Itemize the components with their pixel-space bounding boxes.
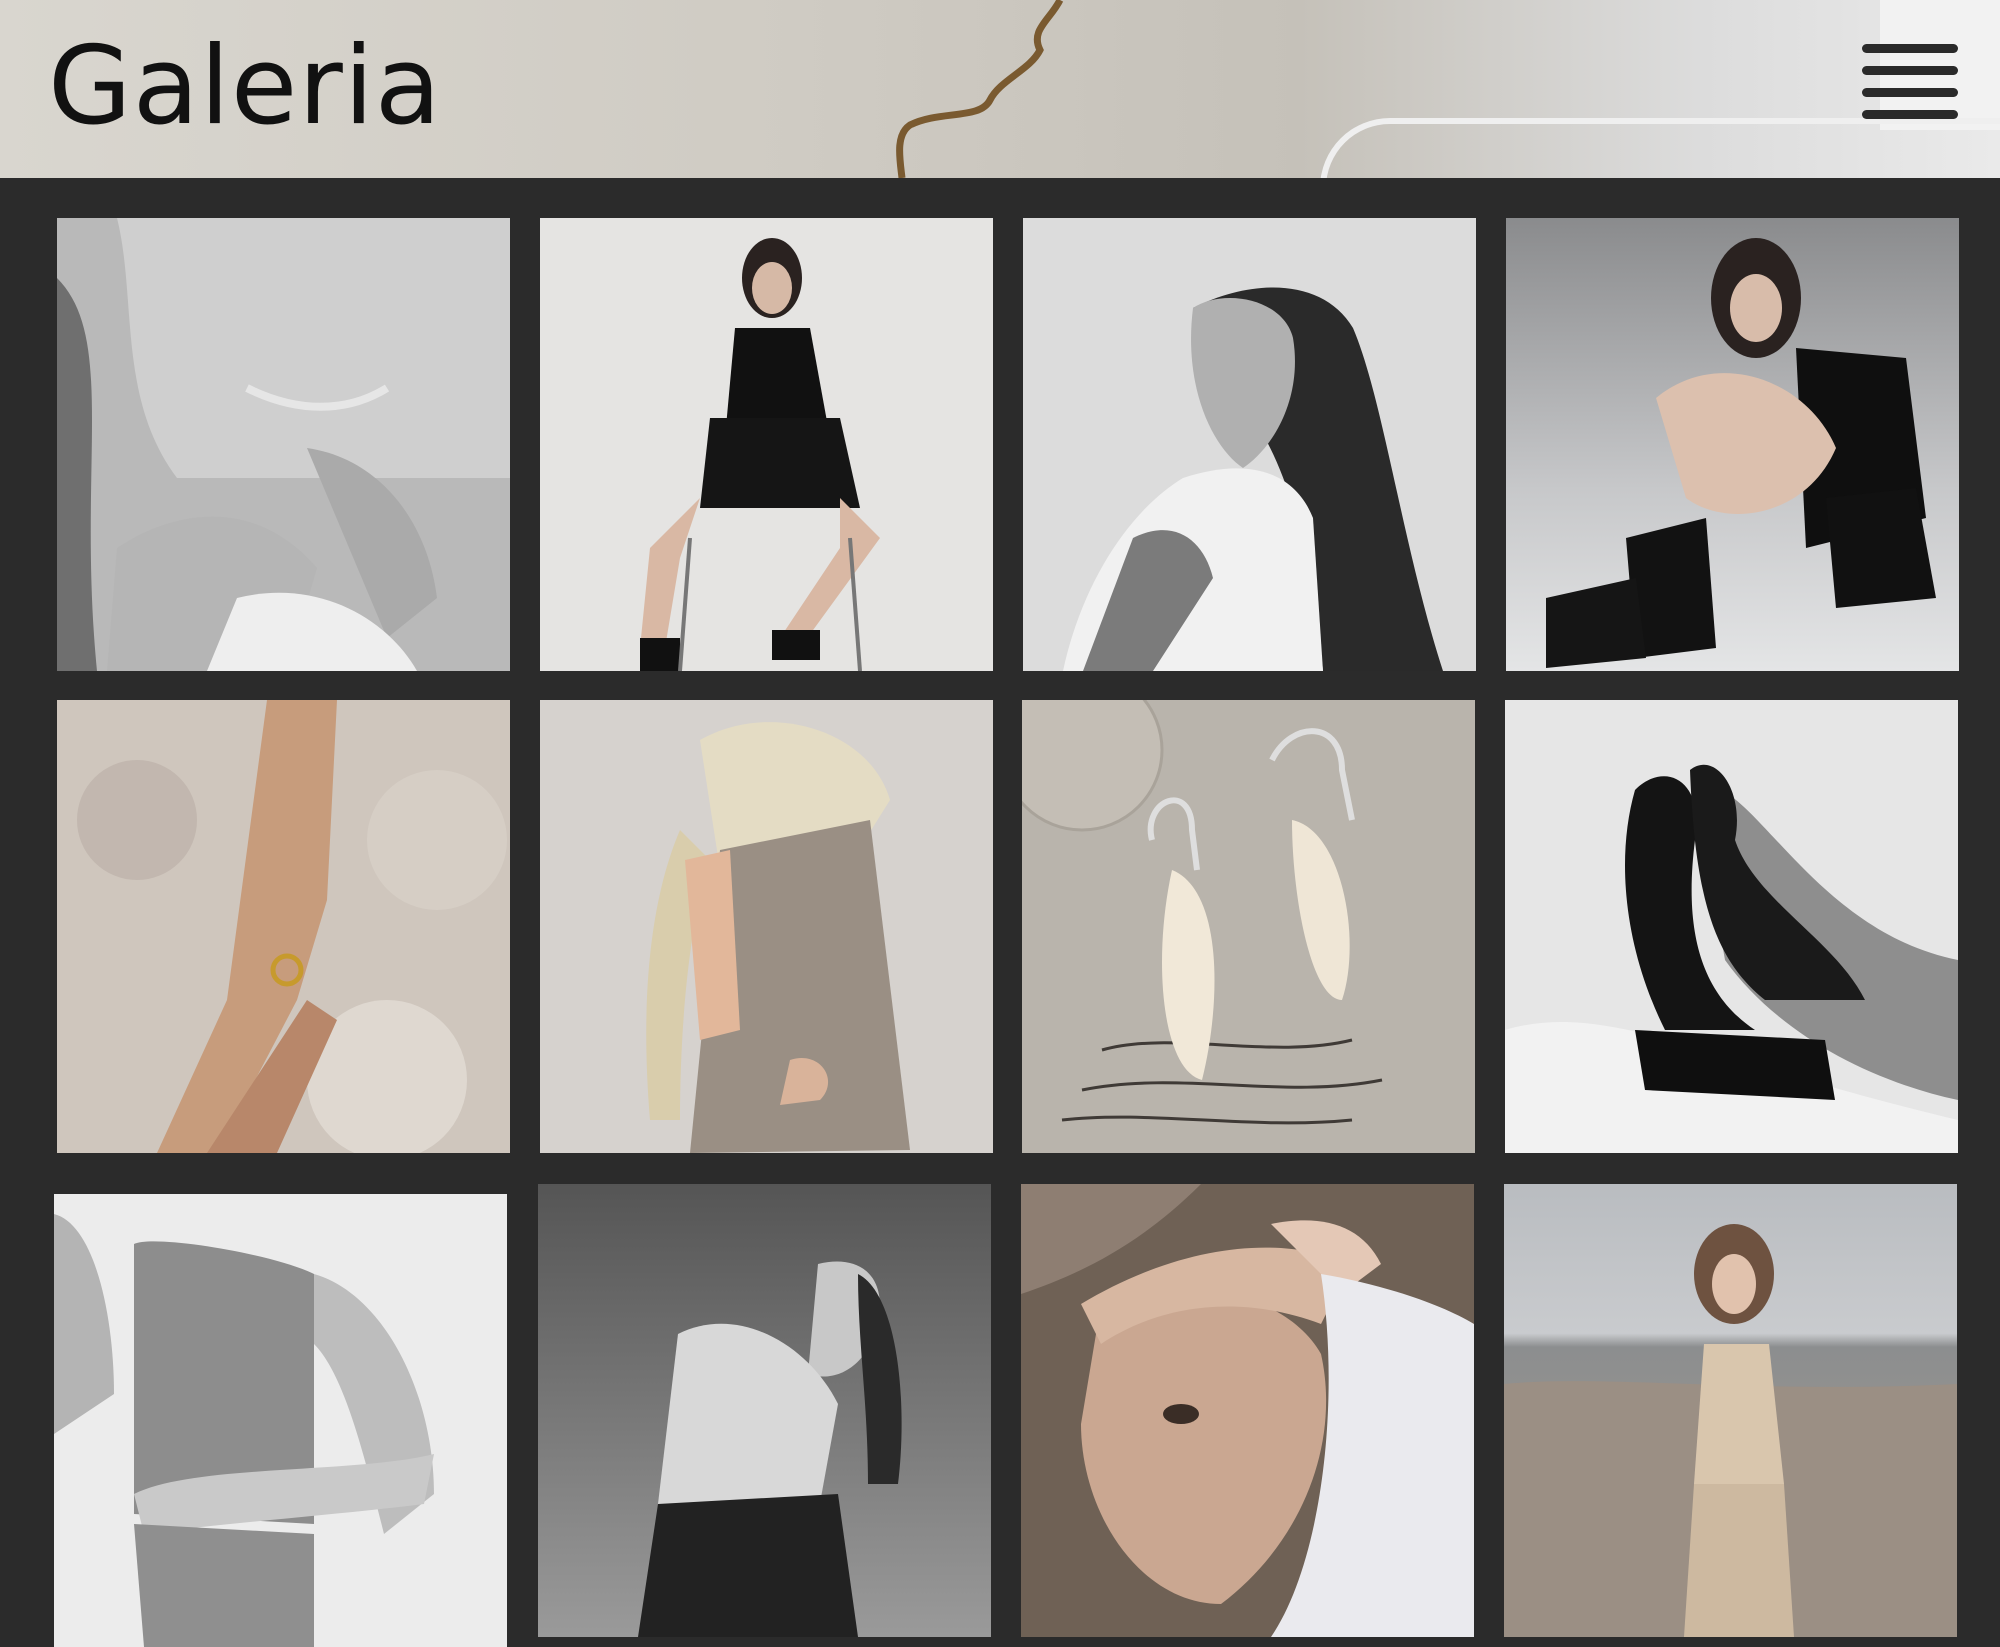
hamburger-menu-icon[interactable] [1860,44,1960,134]
menu-bar-line [1862,44,1958,53]
gallery-photo-9[interactable] [54,1194,507,1647]
photo-woman-beach [1504,1184,1957,1637]
gallery-photo-6[interactable] [540,700,993,1153]
menu-bar-line [1862,66,1958,75]
photo-woman-head-back [1023,218,1476,671]
photo-pearl-earrings-letter [1022,700,1475,1153]
gallery-photo-5[interactable] [57,700,510,1153]
menu-bar-line [1862,88,1958,97]
gallery-photo-8[interactable] [1505,700,1958,1153]
gallery-photo-7[interactable] [1022,700,1475,1153]
photo-woman-face-hand [1021,1184,1474,1637]
photo-hand-ring-foam [57,700,510,1153]
header-background-branch [896,0,1064,178]
page-title: Galeria [48,24,442,149]
photo-legs-black-heels [1505,700,1958,1153]
menu-bar-line [1862,110,1958,119]
gallery-photo-1[interactable] [57,218,510,671]
photo-woman-chair [540,218,993,671]
gallery-photo-3[interactable] [1023,218,1476,671]
gallery-photo-12[interactable] [1504,1184,1957,1637]
header-banner: Galeria [0,0,2000,178]
photo-torso-tank-top [54,1194,507,1647]
photo-blonde-braid-blazer [540,700,993,1153]
gallery-photo-11[interactable] [1021,1184,1474,1637]
photo-woman-hugging-knees [1506,218,1959,671]
gallery-photo-4[interactable] [1506,218,1959,671]
gallery-photo-10[interactable] [538,1184,991,1637]
photo-neck-necklace [57,218,510,671]
gallery-photo-2[interactable] [540,218,993,671]
photo-woman-leaning-back [538,1184,991,1637]
